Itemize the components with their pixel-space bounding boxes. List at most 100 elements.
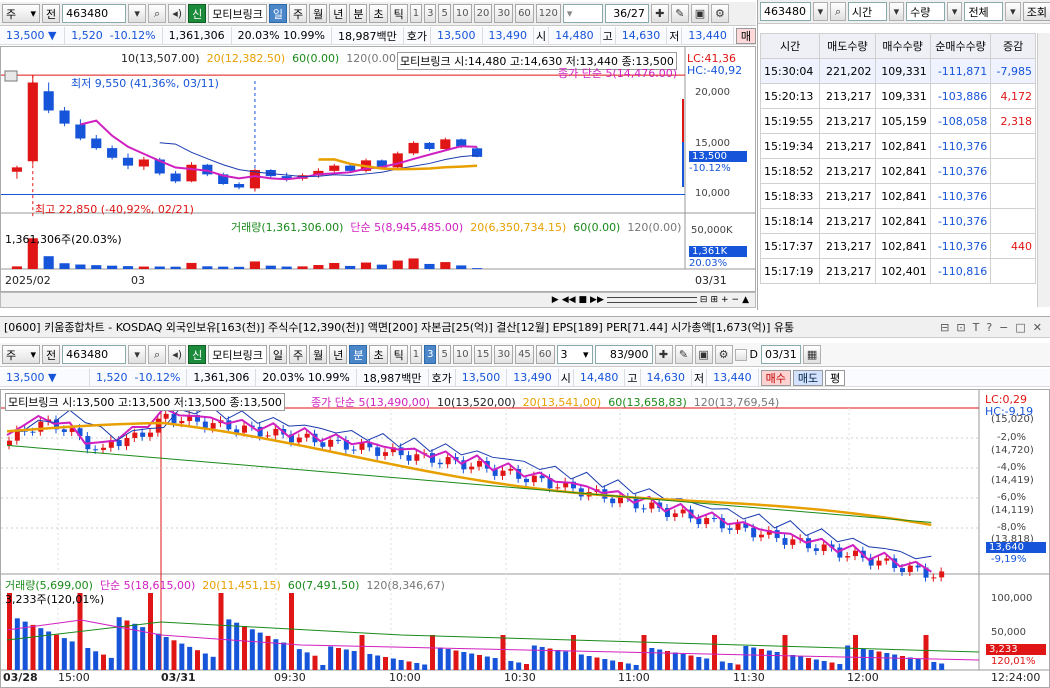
plus-icon[interactable]: + [721, 295, 729, 305]
count-1[interactable]: 1 [409, 4, 423, 23]
gear-icon[interactable]: ⚙ [714, 345, 733, 364]
count-5[interactable]: 5 [438, 4, 451, 23]
bottom-chart-svg[interactable] [1, 390, 1049, 687]
tick-dropdown-icon[interactable]: ▾ [812, 2, 829, 21]
period-tick[interactable]: 틱 [389, 4, 408, 23]
period-month[interactable]: 월 [309, 345, 328, 364]
search-icon[interactable]: ⌕ [148, 345, 167, 364]
dropdown-icon[interactable]: ▾ [128, 4, 147, 23]
date-input[interactable]: 03/31 [761, 345, 802, 364]
period-tick[interactable]: 틱 [389, 345, 408, 364]
scroll-up-icon[interactable]: ▲ [742, 295, 749, 305]
period-day[interactable]: 일 [268, 345, 287, 364]
eval-button[interactable]: 평 [825, 369, 846, 386]
code-input[interactable]: 463480 [62, 4, 127, 23]
date-checkbox[interactable] [734, 348, 747, 361]
count-30[interactable]: 30 [494, 345, 514, 364]
layout-icon[interactable]: ⊟ [700, 295, 708, 305]
forward-icon[interactable]: ▶▶ [590, 295, 604, 305]
count-combo[interactable]: 3 ▾ [556, 345, 593, 364]
count-30[interactable]: 30 [494, 4, 514, 23]
snap-icon[interactable]: ⊡ [956, 321, 965, 334]
tick-query-button[interactable]: 조회 [1022, 2, 1050, 21]
tick-field-time[interactable]: 시간 [847, 2, 887, 21]
sound-icon[interactable]: ◂) [168, 4, 187, 23]
code-input[interactable]: 463480 [62, 345, 127, 364]
signal-badge[interactable]: 신 [188, 345, 207, 364]
tick-row[interactable]: 15:20:13 213,217 109,331 -103,886 4,172 [759, 83, 1036, 109]
count-1[interactable]: 1 [409, 345, 423, 364]
grid-icon[interactable]: ⊞ [710, 295, 718, 305]
minus-icon[interactable]: − [732, 295, 740, 305]
period-day[interactable]: 일 [268, 4, 287, 23]
draw-tool-icon[interactable]: ✎ [674, 345, 693, 364]
tick-scrollbar[interactable] [1037, 33, 1050, 307]
period-minute[interactable]: 분 [349, 345, 368, 364]
tick-qty-dropdown-icon[interactable]: ▾ [946, 2, 963, 21]
tick-row[interactable]: 15:30:04 221,202 109,331 -111,871 -7,985 [759, 58, 1036, 84]
period-week[interactable]: 주 [288, 345, 308, 364]
top-scrollbar[interactable]: ▶ ◀◀ ■ ▶▶ ⊟ ⊞ + − ▲ [0, 292, 756, 308]
period-year[interactable]: 년 [329, 4, 348, 23]
tick-time-dropdown-icon[interactable]: ▾ [888, 2, 905, 21]
mode-select[interactable]: 주 ▾ [2, 4, 40, 23]
text-icon[interactable]: T [973, 321, 980, 334]
period-second[interactable]: 초 [369, 345, 388, 364]
crosshair-icon[interactable]: ✚ [654, 345, 673, 364]
tick-field-qty[interactable]: 수량 [906, 2, 945, 21]
period-week[interactable]: 주 [288, 4, 308, 23]
count-45[interactable]: 45 [515, 345, 534, 364]
sound-icon[interactable]: ◂) [168, 345, 187, 364]
save-icon[interactable]: ▣ [694, 345, 713, 364]
tick-row[interactable]: 15:17:37 213,217 102,841 -110,376 440 [759, 233, 1036, 259]
signal-badge[interactable]: 신 [188, 4, 207, 23]
tick-all-dropdown-icon[interactable]: ▾ [1005, 2, 1021, 21]
count-15[interactable]: 15 [473, 345, 493, 364]
range-button[interactable]: 전 [42, 345, 61, 364]
save-icon[interactable]: ▣ [690, 4, 709, 23]
count-10[interactable]: 10 [452, 4, 472, 23]
paging-input[interactable]: 83/900 [594, 345, 653, 364]
trade-button[interactable]: 매 [735, 27, 756, 44]
tick-row[interactable]: 15:19:34 213,217 102,841 -110,376 [759, 133, 1036, 159]
calendar-icon[interactable]: ▦ [803, 345, 822, 364]
rewind-icon[interactable]: ◀◀ [562, 295, 576, 305]
mode-select[interactable]: 주 ▾ [2, 345, 40, 364]
search-icon[interactable]: ⌕ [148, 4, 167, 23]
close-icon[interactable]: ✕ [1033, 321, 1042, 334]
period-minute[interactable]: 분 [349, 4, 368, 23]
period-month[interactable]: 월 [309, 4, 328, 23]
tick-row[interactable]: 15:18:52 213,217 102,841 -110,376 [759, 158, 1036, 184]
stock-name[interactable]: 모티브링크 [208, 345, 267, 364]
period-year[interactable]: 년 [329, 345, 348, 364]
count-10[interactable]: 10 [452, 345, 472, 364]
tick-row[interactable]: 15:18:14 213,217 102,841 -110,376 [759, 208, 1036, 234]
count-60[interactable]: 60 [535, 345, 555, 364]
scroll-left-icon[interactable]: ▶ [552, 295, 559, 305]
stock-name[interactable]: 모티브링크 [208, 4, 267, 23]
count-5[interactable]: 5 [438, 345, 451, 364]
count-combo[interactable]: ▾ [562, 4, 603, 23]
buy-button[interactable]: 매수 [760, 369, 791, 386]
zoom-track[interactable] [606, 297, 697, 303]
count-60[interactable]: 60 [515, 4, 534, 23]
tick-search-icon[interactable]: ⌕ [830, 2, 846, 21]
dropdown-icon[interactable]: ▾ [128, 345, 147, 364]
period-second[interactable]: 초 [369, 4, 388, 23]
tick-row[interactable]: 15:17:19 213,217 102,401 -110,816 [759, 258, 1036, 284]
stop-icon[interactable]: ■ [579, 295, 588, 305]
minimize-icon[interactable]: − [999, 321, 1008, 334]
tick-field-all[interactable]: 전체 [964, 2, 1004, 21]
count-120[interactable]: 120 [535, 4, 561, 23]
tick-code-input[interactable]: 463480 [760, 2, 811, 21]
draw-tool-icon[interactable]: ✎ [670, 4, 689, 23]
count-3[interactable]: 3 [424, 345, 437, 364]
crosshair-icon[interactable]: ✚ [650, 4, 669, 23]
paging-input[interactable]: 36/27 [604, 4, 649, 23]
restore-icon[interactable]: □ [1015, 321, 1025, 334]
sell-button[interactable]: 매도 [792, 369, 824, 386]
help-icon[interactable]: ? [986, 321, 992, 334]
tick-row[interactable]: 15:19:55 213,217 105,159 -108,058 2,318 [759, 108, 1036, 134]
count-20[interactable]: 20 [473, 4, 493, 23]
tick-row[interactable]: 15:18:33 213,217 102,841 -110,376 [759, 183, 1036, 209]
